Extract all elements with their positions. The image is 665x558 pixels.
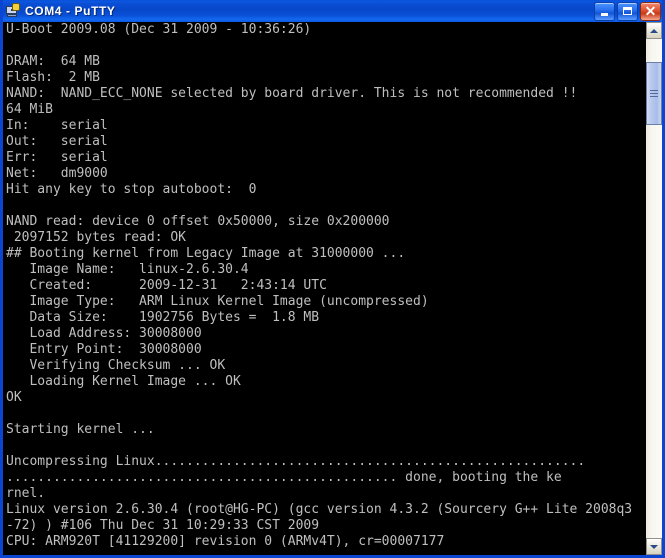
terminal-line: Starting kernel ... [6, 422, 155, 437]
caption-button-group: ✕ [594, 1, 662, 21]
terminal-line: NAND: NAND_ECC_NONE selected by board dr… [6, 86, 578, 101]
close-button[interactable]: ✕ [640, 1, 661, 21]
terminal-line: Created: 2009-12-31 2:43:14 UTC [6, 278, 327, 293]
terminal-line: Loading Kernel Image ... OK [6, 374, 241, 389]
terminal-line: Verifying Checksum ... OK [6, 358, 226, 373]
putty-window: COM4 - PuTTY ✕ U-Boot 2009.08 (Dec 31 20… [0, 0, 665, 558]
close-icon: ✕ [644, 2, 657, 19]
chevron-down-icon [650, 544, 658, 549]
terminal-line: 64 MiB [6, 102, 53, 117]
terminal-line: Hit any key to stop autoboot: 0 [6, 182, 257, 197]
terminal-line: Flash: 2 MB [6, 70, 100, 85]
terminal-output[interactable]: U-Boot 2009.08 (Dec 31 2009 - 10:36:26) D… [3, 22, 645, 555]
terminal-line: Err: serial [6, 150, 108, 165]
maximize-button[interactable] [617, 1, 638, 21]
terminal-line: Out: serial [6, 134, 108, 149]
terminal-line: Entry Point: 30008000 [6, 342, 202, 357]
terminal-line: 2097152 bytes read: OK [6, 230, 187, 245]
terminal-line: Image Type: ARM Linux Kernel Image (unco… [6, 294, 429, 309]
terminal-line: CPU: ARM920T [41129200] revision 0 (ARMv… [6, 534, 445, 549]
terminal-line: NAND read: device 0 offset 0x50000, size… [6, 214, 390, 229]
vertical-scrollbar[interactable] [645, 22, 662, 555]
terminal-line: Load Address: 30008000 [6, 326, 202, 341]
maximize-icon [623, 7, 632, 15]
terminal-line: Uncompressing Linux.....................… [6, 454, 586, 469]
scrollbar-grip-icon [650, 90, 658, 97]
scroll-down-button[interactable] [646, 538, 662, 555]
terminal-line: Data Size: 1902756 Bytes = 1.8 MB [6, 310, 320, 325]
terminal-line: Image Name: linux-2.6.30.4 [6, 262, 249, 277]
minimize-icon [601, 13, 608, 16]
scrollbar-thumb[interactable] [646, 62, 662, 125]
terminal-line: Net: dm9000 [6, 166, 108, 181]
putty-computer-plug-icon [5, 3, 21, 19]
terminal-line: ........................................… [6, 470, 562, 485]
terminal-line: OK [6, 390, 22, 405]
terminal-line: Linux version 2.6.30.4 (root@HG-PC) (gcc… [6, 502, 633, 517]
minimize-button[interactable] [594, 1, 615, 21]
terminal-line: rnel. [6, 486, 46, 501]
title-bar[interactable]: COM4 - PuTTY ✕ [3, 0, 662, 22]
chevron-up-icon [650, 28, 658, 33]
terminal-line: ## Booting kernel from Legacy Image at 3… [6, 246, 406, 261]
terminal-line: In: serial [6, 118, 108, 133]
terminal-line: DRAM: 64 MB [6, 54, 100, 69]
scroll-up-button[interactable] [646, 22, 662, 39]
terminal-line: -72) ) #106 Thu Dec 31 10:29:33 CST 2009 [6, 518, 320, 533]
window-title: COM4 - PuTTY [25, 4, 116, 18]
terminal-area: U-Boot 2009.08 (Dec 31 2009 - 10:36:26) D… [3, 22, 662, 555]
terminal-line: U-Boot 2009.08 (Dec 31 2009 - 10:36:26) [6, 22, 312, 37]
